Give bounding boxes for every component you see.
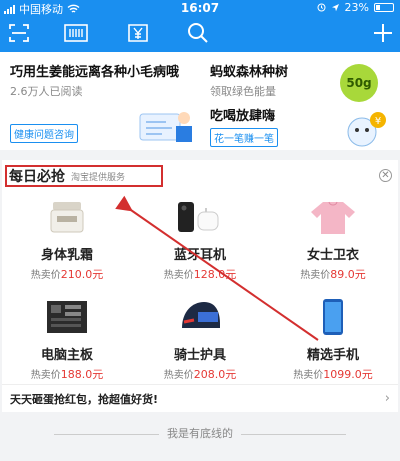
deals-title: 每日必抢 <box>9 169 65 185</box>
promo-text: 天天砸蛋抢红包，抢超值好货! <box>10 392 159 406</box>
close-icon[interactable]: ✕ <box>379 169 392 182</box>
alarm-icon <box>317 3 326 12</box>
product-body-cream[interactable]: 身体乳霜 热卖价210.0元 <box>2 198 132 282</box>
location-icon <box>331 4 339 12</box>
deals-header-highlight: 每日必抢 淘宝提供服务 <box>5 165 163 187</box>
product-price: 热卖价188.0元 <box>2 366 132 382</box>
product-name: 骑士护具 <box>173 348 226 363</box>
search-icon[interactable] <box>185 20 211 46</box>
price-label: 热卖价 <box>30 270 61 281</box>
product-name: 身体乳霜 <box>40 248 93 263</box>
doctor-illustration <box>139 112 192 142</box>
price-value: 1099.0元 <box>323 368 373 381</box>
price-value: 210.0元 <box>60 268 104 281</box>
price-value: 89.0元 <box>330 268 366 281</box>
card-title: 蚂蚁森林种树 <box>210 65 289 80</box>
helmet-image <box>182 302 220 328</box>
price-value: 208.0元 <box>193 368 237 381</box>
product-price: 热卖价89.0元 <box>268 266 398 282</box>
product-name: 电脑主板 <box>40 348 93 363</box>
earn-chip[interactable]: 花一笔赚一笔 <box>210 128 278 147</box>
status-right: 23% <box>317 1 394 14</box>
price-label: 热卖价 <box>300 270 331 281</box>
price-label: 热卖价 <box>30 370 61 381</box>
svg-text:¥: ¥ <box>375 116 381 127</box>
product-riding-gear[interactable]: 骑士护具 热卖价208.0元 <box>135 298 265 382</box>
earphones-image <box>178 202 219 232</box>
payment-code-icon[interactable] <box>63 20 89 46</box>
service-cards: 巧用生姜能远离各种小毛病哦 2.6万人已阅读 健康问题咨询 蚂蚁森林种树 领取绿… <box>0 52 400 150</box>
daily-deals-panel: 每日必抢 淘宝提供服务 ✕ 身体乳霜 热卖价210.0元 蓝牙耳机 热卖价128… <box>2 160 398 412</box>
end-of-list-text: 我是有底线的 <box>0 425 400 441</box>
card-title: 吃喝放肆嗨 <box>210 109 276 124</box>
sweatshirt-image <box>311 201 355 234</box>
product-womens-sweatshirt[interactable]: 女士卫衣 热卖价89.0元 <box>268 198 398 282</box>
toolbar <box>0 16 400 50</box>
deals-provider-tag: 淘宝提供服务 <box>71 172 126 183</box>
product-price: 热卖价128.0元 <box>135 266 265 282</box>
chevron-right-icon: › <box>384 391 390 406</box>
green-energy-badge[interactable]: 50g <box>340 64 378 102</box>
phone-image <box>323 299 343 335</box>
coupon-icon[interactable] <box>125 20 151 46</box>
product-bluetooth-earphones[interactable]: 蓝牙耳机 热卖价128.0元 <box>135 198 265 282</box>
health-article-card[interactable]: 巧用生姜能远离各种小毛病哦 2.6万人已阅读 <box>10 64 200 99</box>
price-value: 128.0元 <box>193 268 237 281</box>
price-label: 热卖价 <box>163 370 194 381</box>
mascot-illustration: ¥ <box>347 112 386 147</box>
product-name: 精选手机 <box>306 348 359 363</box>
app-header: 中国移动 16:07 23% <box>0 0 400 52</box>
ant-forest-card[interactable]: 蚂蚁森林种树 领取绿色能量 <box>210 64 340 99</box>
battery-icon <box>374 3 394 12</box>
product-motherboard[interactable]: 电脑主板 热卖价188.0元 <box>2 298 132 382</box>
price-label: 热卖价 <box>293 370 324 381</box>
product-name: 蓝牙耳机 <box>173 248 226 263</box>
price-label: 热卖价 <box>163 270 194 281</box>
health-consult-chip[interactable]: 健康问题咨询 <box>10 124 78 143</box>
status-bar: 中国移动 16:07 23% <box>0 0 400 16</box>
scan-icon[interactable] <box>6 20 32 46</box>
footer-label: 我是有底线的 <box>167 427 233 440</box>
card-subtitle: 领取绿色能量 <box>210 85 276 98</box>
promo-card[interactable]: 吃喝放肆嗨 <box>210 108 340 125</box>
product-price: 热卖价208.0元 <box>135 366 265 382</box>
product-phone[interactable]: 精选手机 热卖价1099.0元 <box>268 298 398 382</box>
egg-smash-promo[interactable]: 天天砸蛋抢红包，抢超值好货! › <box>2 384 398 412</box>
card-subtitle: 2.6万人已阅读 <box>10 85 83 98</box>
cream-jar-image <box>50 202 84 233</box>
product-name: 女士卫衣 <box>306 248 359 263</box>
battery-percent: 23% <box>344 1 369 14</box>
price-value: 188.0元 <box>60 368 104 381</box>
product-price: 热卖价210.0元 <box>2 266 132 282</box>
product-price: 热卖价1099.0元 <box>268 366 398 382</box>
add-icon[interactable] <box>370 20 396 46</box>
motherboard-image <box>47 301 87 333</box>
card-title: 巧用生姜能远离各种小毛病哦 <box>10 65 180 80</box>
